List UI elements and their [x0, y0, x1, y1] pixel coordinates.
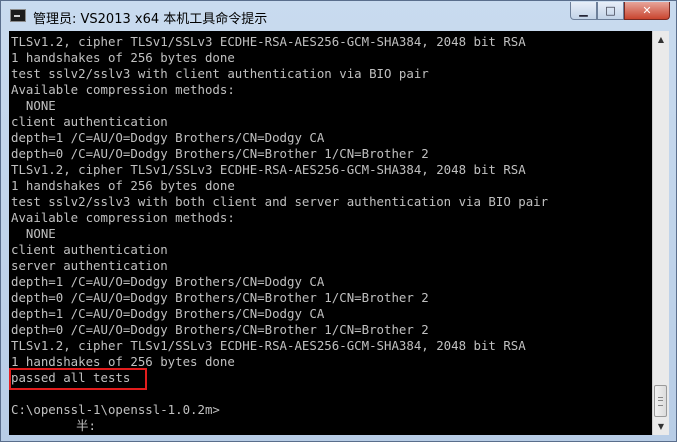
console-line: NONE: [11, 98, 56, 113]
console-line: NONE: [11, 226, 56, 241]
console-line: depth=0 /C=AU/O=Dodgy Brothers/CN=Brothe…: [11, 146, 429, 161]
caption-buttons: ▁ □ ✕: [570, 2, 670, 22]
minimize-button[interactable]: ▁: [570, 2, 597, 20]
console-line: depth=1 /C=AU/O=Dodgy Brothers/CN=Dodgy …: [11, 306, 325, 321]
console-output[interactable]: TLSv1.2, cipher TLSv1/SSLv3 ECDHE-RSA-AE…: [9, 31, 652, 435]
console-line: depth=0 /C=AU/O=Dodgy Brothers/CN=Brothe…: [11, 322, 429, 337]
console-line: depth=0 /C=AU/O=Dodgy Brothers/CN=Brothe…: [11, 290, 429, 305]
console-line: TLSv1.2, cipher TLSv1/SSLv3 ECDHE-RSA-AE…: [11, 338, 526, 353]
ime-status-text: 半:: [9, 418, 96, 433]
console-app-icon[interactable]: [10, 9, 26, 22]
title-bar[interactable]: 管理员: VS2013 x64 本机工具命令提示 ▁ □ ✕: [1, 1, 676, 31]
console-line: test sslv2/sslv3 with both client and se…: [11, 194, 549, 209]
console-line: 1 handshakes of 256 bytes done: [11, 50, 235, 65]
console-line: TLSv1.2, cipher TLSv1/SSLv3 ECDHE-RSA-AE…: [11, 162, 526, 177]
console-line: depth=1 /C=AU/O=Dodgy Brothers/CN=Dodgy …: [11, 274, 325, 289]
console-line: client authentication: [11, 114, 168, 129]
close-button[interactable]: ✕: [624, 2, 670, 20]
window-title: 管理员: VS2013 x64 本机工具命令提示: [33, 12, 268, 27]
console-window: 管理员: VS2013 x64 本机工具命令提示 ▁ □ ✕ TLSv1.2, …: [0, 0, 677, 442]
maximize-button[interactable]: □: [597, 2, 624, 20]
console-line: server authentication: [11, 258, 168, 273]
passed-tests-highlight-box: [9, 368, 147, 390]
console-line: test sslv2/sslv3 with client authenticat…: [11, 66, 429, 81]
console-line: client authentication: [11, 242, 168, 257]
console-line: depth=1 /C=AU/O=Dodgy Brothers/CN=Dodgy …: [11, 130, 325, 145]
vertical-scrollbar[interactable]: ▲ ▼: [652, 31, 669, 435]
console-line: TLSv1.2, cipher TLSv1/SSLv3 ECDHE-RSA-AE…: [11, 34, 526, 49]
scroll-up-arrow-icon[interactable]: ▲: [653, 31, 669, 48]
scroll-down-arrow-icon[interactable]: ▼: [653, 418, 669, 435]
grip-icon: [658, 397, 663, 406]
console-line: 1 handshakes of 256 bytes done: [11, 178, 235, 193]
scrollbar-thumb[interactable]: [654, 385, 667, 417]
console-line: Available compression methods:: [11, 82, 235, 97]
console-line: Available compression methods:: [11, 210, 235, 225]
console-lines: TLSv1.2, cipher TLSv1/SSLv3 ECDHE-RSA-AE…: [11, 34, 548, 418]
